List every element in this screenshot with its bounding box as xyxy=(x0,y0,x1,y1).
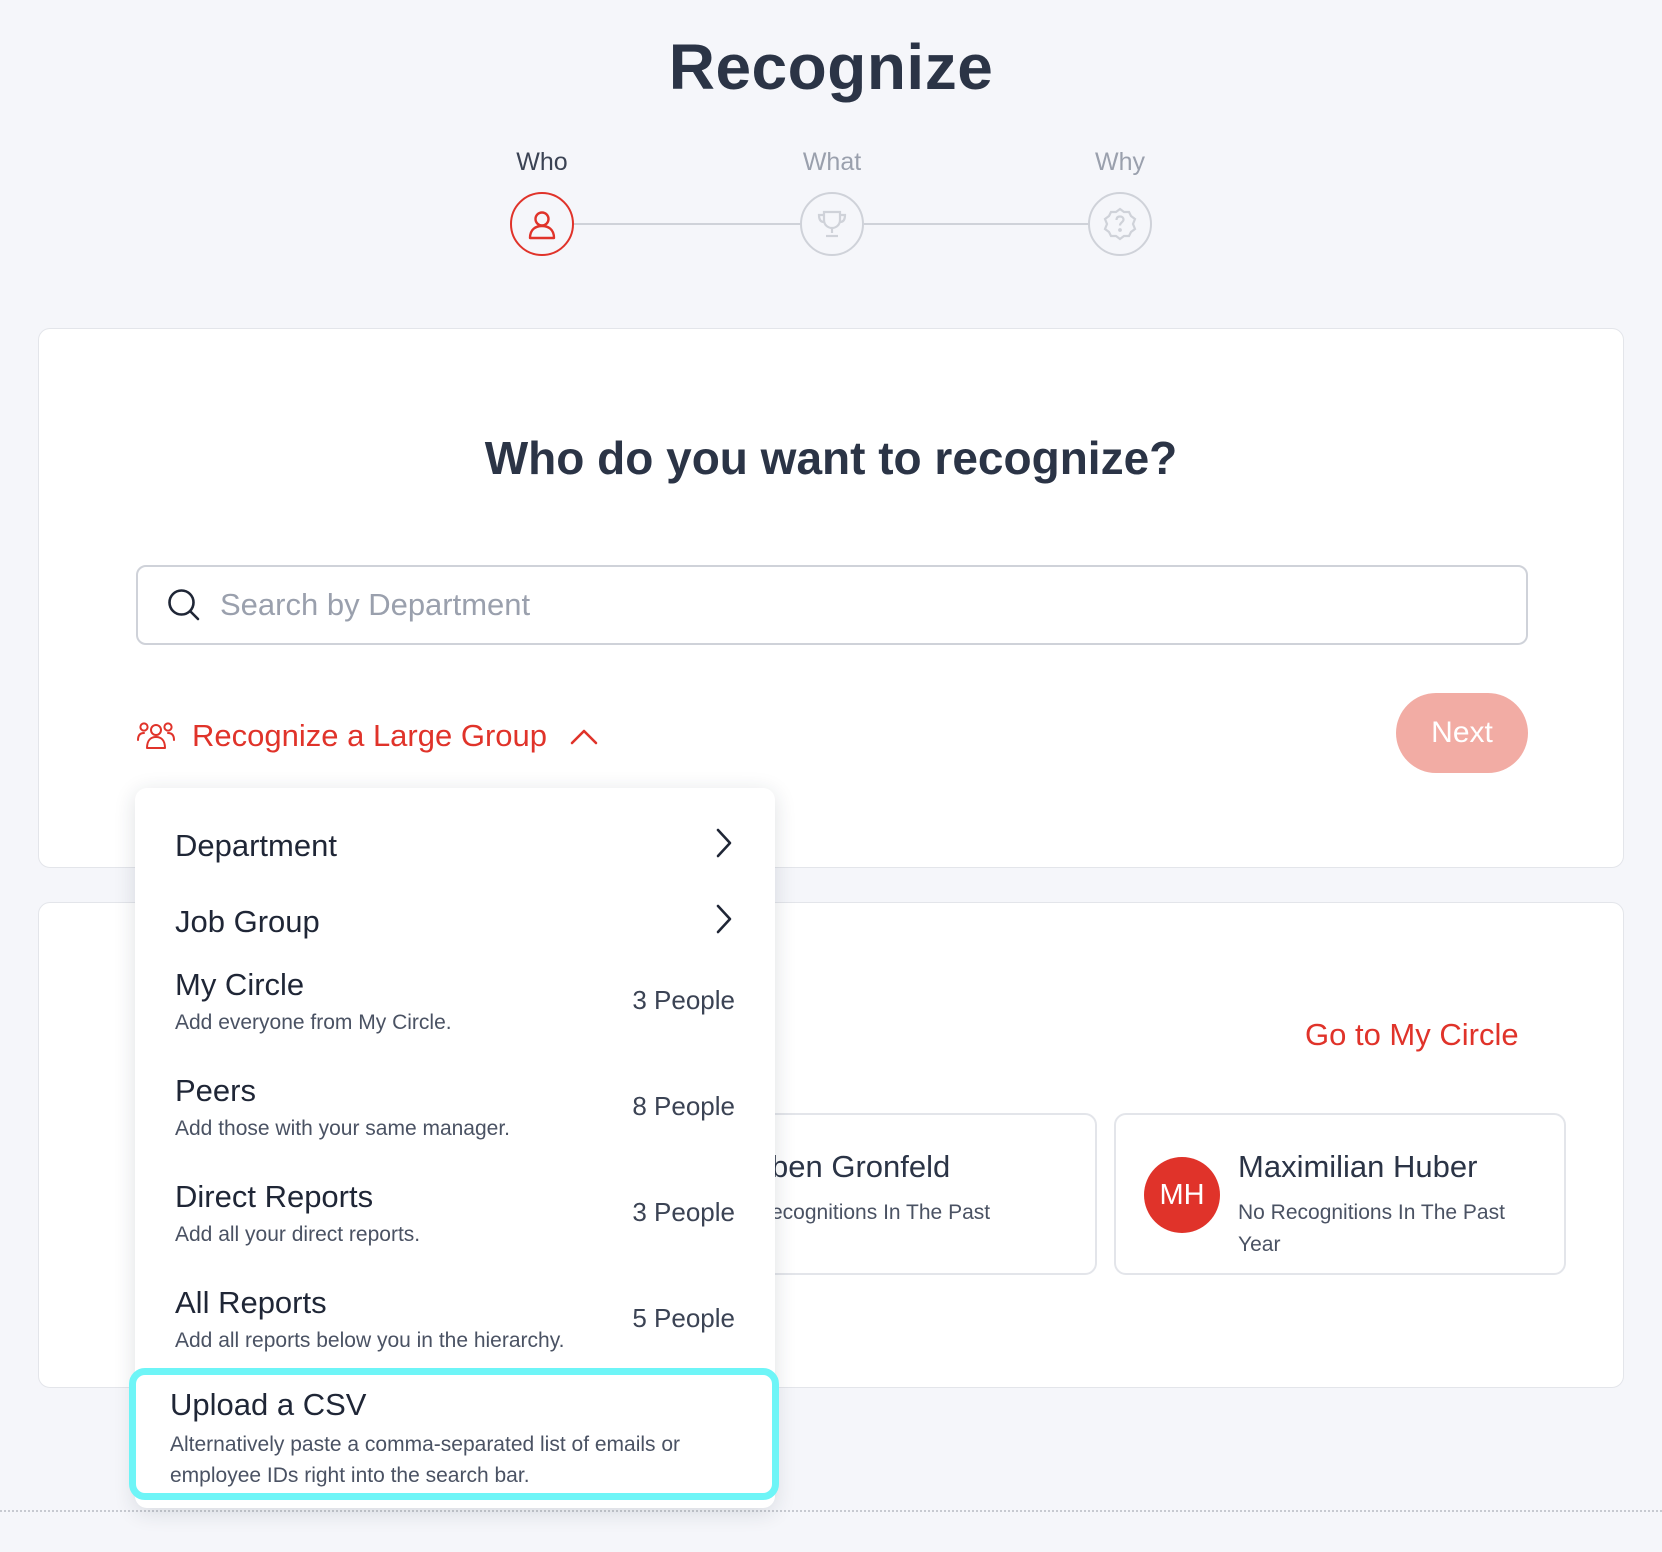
progress-stepper: Who What Why xyxy=(0,140,1662,270)
dropdown-item-description: Add everyone from My Circle. xyxy=(175,1011,452,1034)
dropdown-item-department[interactable]: Department xyxy=(135,788,775,864)
person-name: Maximilian Huber xyxy=(1238,1149,1478,1184)
group-icon xyxy=(137,722,175,749)
go-to-my-circle-link[interactable]: Go to My Circle xyxy=(1305,1017,1519,1053)
card-question: Who do you want to recognize? xyxy=(484,432,1178,484)
dropdown-item-title: Upload a CSV xyxy=(170,1387,367,1422)
dropdown-item-title: Department xyxy=(175,828,337,863)
stepper-connector xyxy=(864,223,1090,225)
dropdown-item-description: Add those with your same manager. xyxy=(175,1117,511,1140)
question-badge-icon xyxy=(1103,207,1137,241)
dropdown-item-description: Add all reports below you in the hierarc… xyxy=(175,1329,565,1352)
recognize-large-group-toggle[interactable]: Recognize a Large Group xyxy=(136,711,599,761)
step-label-why: Why xyxy=(1095,148,1145,176)
person-name: ben Gronfeld xyxy=(771,1149,951,1184)
search-field[interactable] xyxy=(136,565,1528,645)
search-icon xyxy=(168,589,200,621)
chevron-right-icon xyxy=(716,828,732,858)
chevron-right-icon xyxy=(716,904,732,934)
trophy-icon xyxy=(817,210,847,238)
dropdown-item-title: All Reports xyxy=(175,1285,327,1320)
person-recognition-status: ecognitions In The Past xyxy=(771,1201,991,1224)
dropdown-item-title: Job Group xyxy=(175,904,320,939)
person-icon xyxy=(528,211,556,240)
step-what[interactable] xyxy=(800,192,864,256)
dropdown-item-count: 3 People xyxy=(632,1197,735,1227)
step-label-who: Who xyxy=(516,148,568,176)
dropdown-item-title: Direct Reports xyxy=(175,1179,374,1214)
person-card[interactable]: ben Gronfeld ecognitions In The Past xyxy=(739,1113,1097,1275)
stepper-connector xyxy=(574,223,800,225)
page-title: Recognize xyxy=(668,31,994,103)
step-why[interactable] xyxy=(1088,192,1152,256)
dropdown-item-description-line2: employee IDs right into the search bar. xyxy=(170,1464,530,1487)
person-recognition-status: No Recognitions In The Past xyxy=(1238,1201,1505,1224)
step-label-what: What xyxy=(802,148,862,176)
person-recognition-status-line2: Year xyxy=(1238,1233,1281,1256)
next-button[interactable]: Next xyxy=(1396,693,1528,773)
dropdown-item-description: Alternatively paste a comma-separated li… xyxy=(170,1433,681,1456)
dropdown-item-description: Add all your direct reports. xyxy=(175,1223,421,1246)
dropdown-item-count: 3 People xyxy=(632,985,735,1015)
person-card[interactable]: MH Maximilian Huber No Recognitions In T… xyxy=(1114,1113,1566,1275)
dropdown-item-all-reports[interactable]: All Reports Add all reports below you in… xyxy=(135,1281,775,1381)
avatar: MH xyxy=(1144,1157,1220,1233)
search-input[interactable] xyxy=(220,587,1420,623)
step-who[interactable] xyxy=(510,192,574,256)
chevron-up-icon xyxy=(570,729,598,745)
dropdown-item-upload-csv[interactable]: Upload a CSV Alternatively paste a comma… xyxy=(129,1368,779,1500)
recognize-large-group-label: Recognize a Large Group xyxy=(192,718,548,753)
dropdown-item-count: 5 People xyxy=(632,1303,735,1333)
dropdown-item-count: 8 People xyxy=(632,1091,735,1121)
dropdown-item-job-group[interactable]: Job Group xyxy=(135,864,775,940)
dropdown-item-title: My Circle xyxy=(175,967,305,1002)
recipient-selection-card: Who do you want to recognize? Recognize … xyxy=(38,328,1624,868)
divider xyxy=(0,1510,1662,1512)
dropdown-item-direct-reports[interactable]: Direct Reports Add all your direct repor… xyxy=(135,1175,775,1275)
dropdown-item-title: Peers xyxy=(175,1073,256,1108)
dropdown-item-peers[interactable]: Peers Add those with your same manager. … xyxy=(135,1069,775,1169)
dropdown-item-my-circle[interactable]: My Circle Add everyone from My Circle. 3… xyxy=(135,963,775,1063)
